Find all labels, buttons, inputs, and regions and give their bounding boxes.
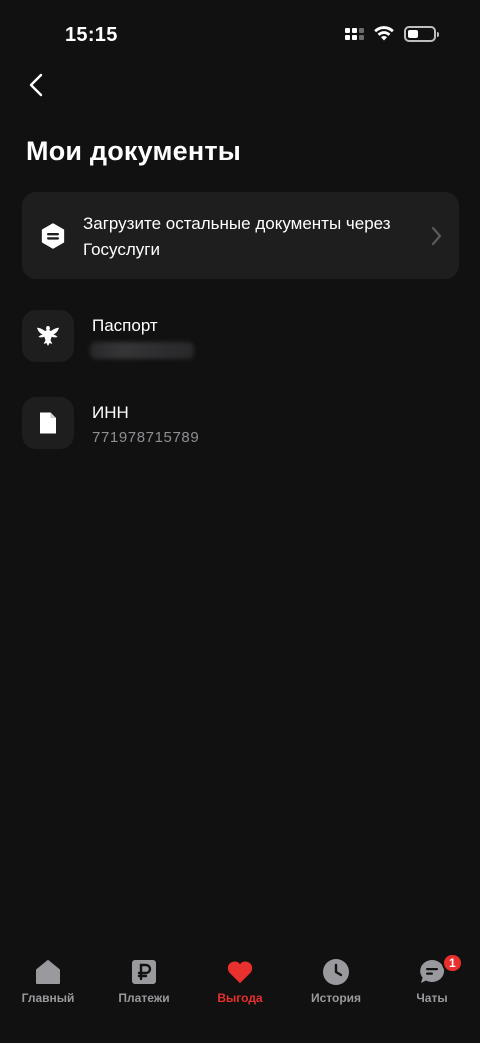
tab-bar: Главный Платежи Выгода История 1 Чаты — [0, 948, 480, 1043]
home-icon — [34, 958, 62, 986]
battery-icon — [404, 26, 439, 42]
banner-text: Загрузите остальные документы через Госу… — [83, 214, 391, 259]
chevron-right-icon — [431, 226, 442, 246]
tab-label: Чаты — [416, 991, 448, 1005]
document-row-inn[interactable]: ИНН 771978715789 — [22, 397, 462, 451]
ruble-icon — [130, 958, 158, 986]
back-button[interactable] — [18, 66, 54, 104]
status-time: 15:15 — [65, 24, 118, 46]
status-icons — [345, 26, 439, 42]
document-row-passport[interactable]: Паспорт — [22, 310, 462, 364]
tab-benefits[interactable]: Выгода — [192, 948, 288, 1043]
tab-label: Главный — [21, 991, 75, 1005]
document-title: ИНН — [92, 403, 129, 422]
tab-history[interactable]: История — [288, 948, 384, 1043]
document-title: Паспорт — [92, 316, 158, 335]
heart-icon — [226, 958, 254, 986]
signal-icon — [345, 28, 364, 40]
page-title: Мои документы — [26, 136, 242, 166]
clock-icon — [322, 958, 350, 986]
tab-payments[interactable]: Платежи — [96, 948, 192, 1043]
status-bar: 15:15 — [0, 0, 480, 70]
gosuslugi-upload-banner[interactable]: Загрузите остальные документы через Госу… — [22, 192, 459, 279]
passport-number-hidden — [90, 342, 194, 359]
tab-label: Платежи — [118, 991, 170, 1005]
tab-home[interactable]: Главный — [0, 948, 96, 1043]
tab-label: Выгода — [217, 991, 263, 1005]
document-icon — [40, 412, 56, 434]
document-icon-box — [22, 397, 74, 449]
chevron-left-icon — [29, 73, 43, 97]
gosuslugi-icon — [41, 223, 65, 249]
tab-chats[interactable]: 1 Чаты — [384, 948, 480, 1043]
document-icon-box — [22, 310, 74, 362]
chats-unread-badge: 1 — [442, 953, 463, 973]
emblem-icon — [37, 326, 59, 346]
tab-label: История — [310, 991, 362, 1005]
my-documents-screen: 15:15 Мои документы Загрузите остальные … — [0, 0, 480, 1043]
wifi-icon — [374, 26, 394, 41]
document-number: 771978715789 — [92, 429, 200, 446]
